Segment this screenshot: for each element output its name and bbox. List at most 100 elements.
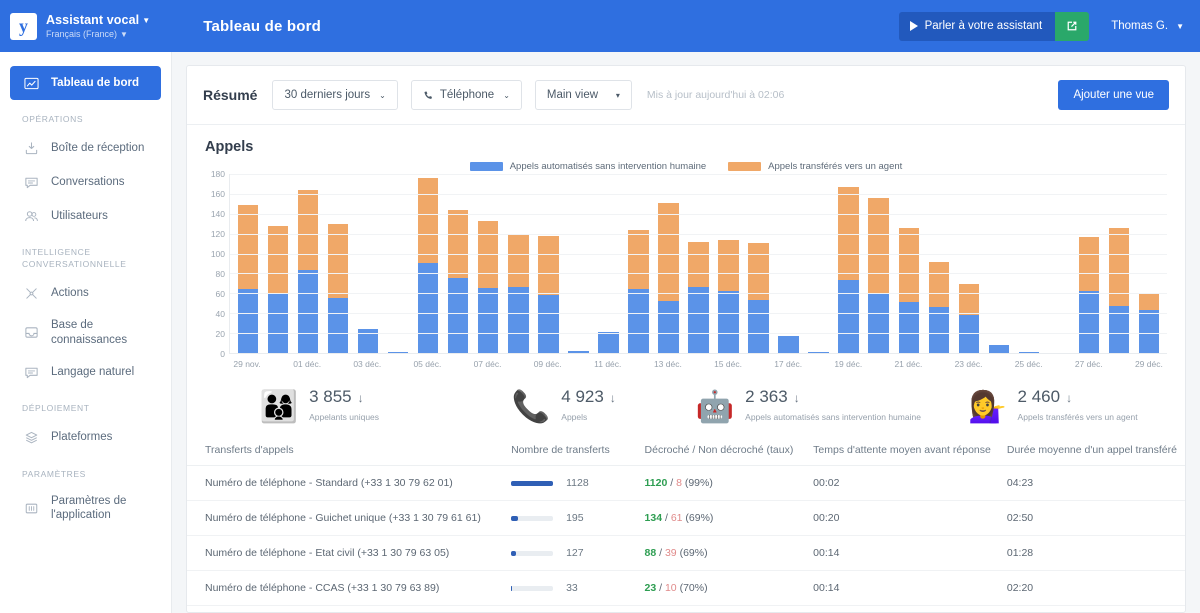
- answered-count: 88: [645, 547, 657, 559]
- cell-avg-duration: 01:28: [999, 536, 1185, 571]
- chart-bar-column[interactable]: [533, 174, 563, 353]
- chart-bar-column[interactable]: [1014, 174, 1044, 353]
- chart-bar-column[interactable]: [323, 174, 353, 353]
- chart-bar-column[interactable]: [1044, 174, 1074, 353]
- kpi-label: Appelants uniques: [309, 412, 379, 422]
- user-menu[interactable]: Thomas G. ▼: [1111, 20, 1188, 32]
- chevron-down-icon-user: ▼: [1176, 22, 1184, 31]
- chart-bar-column[interactable]: [924, 174, 954, 353]
- sidebar-item-natural-language[interactable]: Langage naturel: [10, 355, 161, 389]
- th-rate[interactable]: Décroché / Non décroché (taux): [637, 435, 806, 466]
- x-tick-label: 15 déc.: [713, 359, 743, 369]
- add-view-button[interactable]: Ajouter une vue: [1058, 80, 1169, 110]
- chart-bar-column[interactable]: [894, 174, 924, 353]
- bar-segment-automated: [748, 300, 768, 353]
- chart-bar-column[interactable]: [623, 174, 653, 353]
- chart-bar-column[interactable]: [443, 174, 473, 353]
- sidebar-item-actions[interactable]: Actions: [10, 276, 161, 310]
- sidebar-section-operations: OPÉRATIONS: [0, 114, 171, 125]
- th-count[interactable]: Nombre de transferts: [503, 435, 636, 466]
- th-transfers[interactable]: Transferts d'appels: [187, 435, 503, 466]
- sidebar-item-dashboard[interactable]: Tableau de bord: [10, 66, 161, 100]
- app-logo: y: [10, 13, 37, 40]
- phone-icon: [423, 90, 434, 101]
- kpi-value-row: 3 855↓: [309, 387, 379, 407]
- chart-bar-column[interactable]: [1074, 174, 1104, 353]
- chart-bar-column[interactable]: [744, 174, 774, 353]
- x-tick-label: [503, 359, 533, 369]
- sidebar-item-knowledge-base[interactable]: Base de connaissances: [10, 310, 161, 355]
- external-link-icon: [1065, 19, 1079, 33]
- x-tick-label: 11 déc.: [593, 359, 623, 369]
- table-row[interactable]: Numéro de téléphone - Standard (+33 1 30…: [187, 466, 1185, 501]
- user-name-label: Thomas G.: [1111, 20, 1168, 32]
- sliders-icon: [22, 499, 40, 517]
- chart-bar-column[interactable]: [774, 174, 804, 353]
- chart-bar-column[interactable]: [233, 174, 263, 353]
- cell-answer-rate: 23 / 10 (70%): [637, 571, 806, 606]
- sidebar-item-conversations[interactable]: Conversations: [10, 165, 161, 199]
- chart-bar-column[interactable]: [984, 174, 1014, 353]
- chart-title: Appels: [205, 139, 1167, 155]
- chart-bar-column[interactable]: [864, 174, 894, 353]
- table-row[interactable]: Numéro de téléphone - Etat civil (+33 1 …: [187, 536, 1185, 571]
- bar-segment-transferred: [1139, 293, 1159, 310]
- legend-item-transferred[interactable]: Appels transférés vers un agent: [728, 161, 902, 172]
- bar-segment-transferred: [959, 284, 979, 315]
- main-content: Résumé 30 derniers jours ⌄ Téléphone ⌄ M…: [172, 52, 1200, 613]
- cell-transfer-name: Numéro de téléphone - Etat civil (+33 1 …: [187, 536, 503, 571]
- chart-bar-column[interactable]: [593, 174, 623, 353]
- table-row[interactable]: Numéro de téléphone - Guichet unique (+3…: [187, 501, 1185, 536]
- brand-language-label: Français (France): [46, 29, 117, 39]
- chart-bar-column[interactable]: [353, 174, 383, 353]
- chart-bar-column[interactable]: [1104, 174, 1134, 353]
- th-wait[interactable]: Temps d'attente moyen avant réponse: [805, 435, 999, 466]
- brand-language[interactable]: Français (France)▼: [46, 29, 150, 39]
- kpi-stat: 👨‍👩‍👦 3 855↓ Appelants uniques: [197, 387, 442, 425]
- bar-segment-transferred: [899, 228, 919, 303]
- chart-bar-column[interactable]: [293, 174, 323, 353]
- cell-avg-wait: 00:02: [805, 466, 999, 501]
- chart-bar-column[interactable]: [503, 174, 533, 353]
- brand-selector[interactable]: y Assistant vocal▼ Français (France)▼: [10, 13, 150, 40]
- table-row[interactable]: Numéro de téléphone - CCAS (+33 1 30 79 …: [187, 571, 1185, 606]
- sidebar-item-inbox[interactable]: Boîte de réception: [10, 131, 161, 165]
- sidebar-item-app-settings[interactable]: Paramètres de l'application: [10, 486, 161, 531]
- talk-to-assistant-button[interactable]: Parler à votre assistant: [899, 12, 1056, 41]
- chart-bar-column[interactable]: [563, 174, 593, 353]
- legend-item-automated[interactable]: Appels automatisés sans intervention hum…: [470, 161, 706, 172]
- sidebar-item-platforms[interactable]: Plateformes: [10, 421, 161, 455]
- chart-bar-column[interactable]: [834, 174, 864, 353]
- chart-bar-column[interactable]: [383, 174, 413, 353]
- callers-icon: 👨‍👩‍👦: [259, 391, 298, 422]
- cell-answer-rate: 134 / 61 (69%): [637, 501, 806, 536]
- chart-bar-column[interactable]: [954, 174, 984, 353]
- sidebar-item-users[interactable]: Utilisateurs: [10, 199, 161, 233]
- chevron-down-icon-language[interactable]: ▼: [120, 30, 128, 39]
- view-selector[interactable]: Main view ▾: [535, 80, 632, 110]
- period-filter[interactable]: 30 derniers jours ⌄: [272, 80, 397, 110]
- grid-line: [230, 273, 1167, 274]
- chart-bar-column[interactable]: [263, 174, 293, 353]
- open-external-button[interactable]: [1055, 12, 1089, 41]
- bar-segment-automated: [388, 352, 408, 353]
- bar-segment-automated: [778, 336, 798, 353]
- chart-bar-column[interactable]: [413, 174, 443, 353]
- channel-filter[interactable]: Téléphone ⌄: [411, 80, 522, 110]
- chart-bar-column[interactable]: [683, 174, 713, 353]
- chart-bar-column[interactable]: [1134, 174, 1164, 353]
- bar-segment-automated: [1139, 310, 1159, 353]
- y-tick-label: 100: [211, 249, 225, 259]
- bar-segment-transferred: [688, 242, 708, 288]
- chart-bar-column[interactable]: [714, 174, 744, 353]
- chevron-down-icon[interactable]: ▼: [142, 16, 150, 25]
- bar-segment-automated: [989, 345, 1009, 353]
- chart-bar-column[interactable]: [653, 174, 683, 353]
- bot-icon: 🤖: [696, 391, 735, 422]
- chart-bar-column[interactable]: [473, 174, 503, 353]
- x-tick-label: [322, 359, 352, 369]
- bar-segment-transferred: [508, 235, 528, 288]
- th-duration[interactable]: Durée moyenne d'un appel transféré: [999, 435, 1185, 466]
- x-tick-label: [563, 359, 593, 369]
- chart-bar-column[interactable]: [804, 174, 834, 353]
